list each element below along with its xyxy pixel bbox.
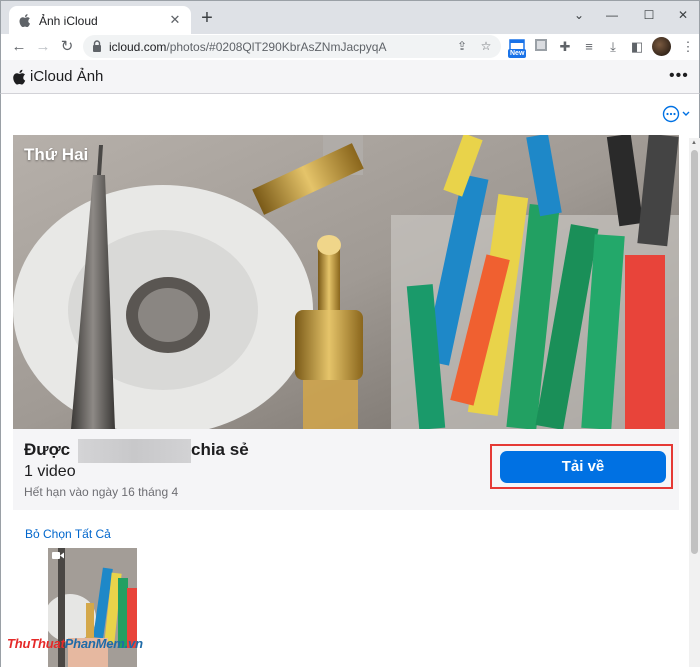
icloud-header: iCloud Ảnh ••• (0, 60, 700, 94)
item-count: 1 video (24, 463, 76, 480)
shared-suffix: chia sẻ (191, 440, 249, 459)
blurred-sharer-name (78, 439, 191, 463)
extension-new-icon[interactable]: New (508, 38, 527, 58)
share-icon[interactable]: ⇪ (454, 38, 470, 54)
expiry-text: Hết hạn vào ngày 16 tháng 4 (24, 485, 179, 499)
tab-icloud-photos[interactable]: Ảnh iCloud ✕ (9, 6, 191, 35)
tab-title: Ảnh iCloud (39, 14, 98, 28)
page-scrollbar[interactable]: ▲ (689, 138, 700, 667)
video-camera-icon (52, 552, 64, 559)
tab-close-icon[interactable]: ✕ (167, 12, 183, 28)
browser-tab-strip: Ảnh iCloud ✕ + ⌄ — ☐ ✕ (0, 0, 700, 35)
new-tab-button[interactable]: + (198, 8, 216, 28)
bookmark-star-icon[interactable]: ☆ (478, 38, 494, 54)
watermark-part-2: PhanMem (64, 636, 125, 651)
album-options-icon[interactable] (661, 104, 693, 124)
new-badge: New (508, 49, 527, 58)
profile-avatar[interactable] (652, 37, 671, 56)
apple-favicon-icon (19, 14, 30, 27)
app-title[interactable]: iCloud Ảnh (30, 68, 103, 85)
extension-image-icon[interactable] (532, 38, 550, 56)
reload-icon[interactable]: ↻ (57, 37, 77, 57)
shared-prefix: Được (24, 440, 71, 459)
download-icon[interactable]: ⤓ (604, 38, 622, 56)
address-bar[interactable]: icloud.com/photos/#0208QlT290KbrAsZNmJac… (83, 35, 501, 58)
media-queue-icon[interactable]: ≡ (580, 38, 598, 56)
scroll-up-arrow-icon[interactable]: ▲ (691, 140, 697, 146)
maximize-button[interactable]: ☐ (637, 5, 661, 25)
minimize-button[interactable]: — (600, 5, 624, 25)
side-panel-icon[interactable]: ◧ (628, 38, 646, 56)
shared-album-page: Thứ Hai Được chia sẻ 1 video Hết hạn vào… (0, 94, 700, 667)
hero-photo[interactable]: Thứ Hai (13, 135, 679, 429)
image-ext-icon (535, 39, 547, 51)
watermark-part-3: .vn (124, 636, 143, 651)
apple-logo-icon[interactable] (13, 69, 26, 85)
tab-search-icon[interactable]: ⌄ (567, 5, 591, 25)
day-label: Thứ Hai (24, 145, 89, 164)
lock-icon (93, 40, 101, 52)
extensions-puzzle-icon[interactable]: ✚ (556, 38, 574, 56)
url-text: icloud.com/photos/#0208QlT290KbrAsZNmJac… (109, 40, 386, 54)
hero-photo-graphic (13, 135, 679, 429)
watermark-part-1: ThuThuat (7, 636, 65, 651)
url-path: /photos/#0208QlT290KbrAsZNmJacpyqA (166, 40, 387, 54)
site-watermark: ThuThuatPhanMem.vn (7, 636, 143, 651)
deselect-all-link[interactable]: Bỏ Chọn Tất Cả (25, 527, 111, 541)
share-info-card: Được chia sẻ 1 video Hết hạn vào ngày 16… (13, 429, 679, 510)
url-host: icloud.com (109, 40, 167, 54)
close-window-button[interactable]: ✕ (671, 5, 695, 25)
forward-arrow-icon[interactable]: → (33, 37, 53, 57)
chrome-menu-icon[interactable]: ⋮ (679, 38, 697, 56)
more-menu-icon[interactable]: ••• (669, 68, 689, 84)
back-arrow-icon[interactable]: ← (9, 37, 29, 57)
scroll-thumb[interactable] (691, 150, 698, 554)
download-button[interactable]: Tải về (500, 451, 666, 483)
browser-toolbar: ← → ↻ icloud.com/photos/#0208QlT290KbrAs… (0, 34, 700, 60)
